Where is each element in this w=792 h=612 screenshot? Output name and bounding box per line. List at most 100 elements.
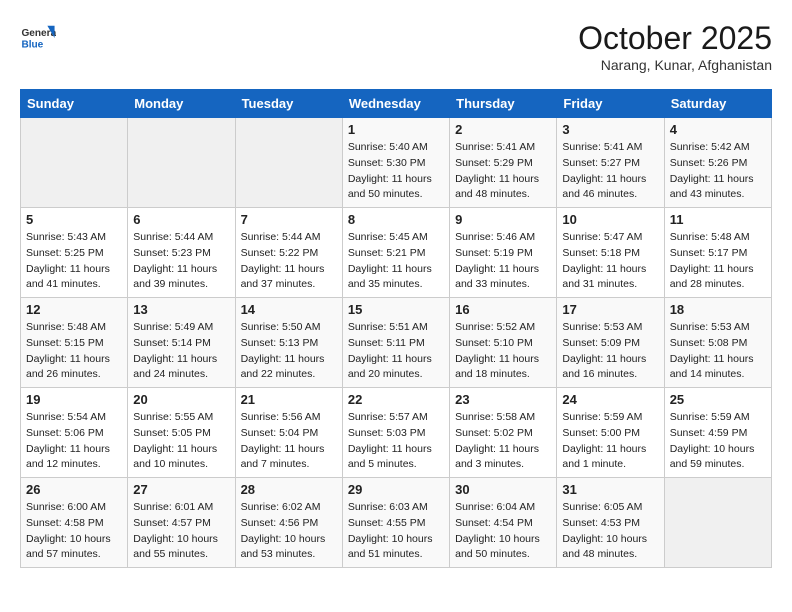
day-number: 15 [348, 302, 444, 317]
day-cell: 30 Sunrise: 6:04 AMSunset: 4:54 PMDayligh… [450, 478, 557, 568]
day-cell: 14 Sunrise: 5:50 AMSunset: 5:13 PMDayligh… [235, 298, 342, 388]
col-header-thursday: Thursday [450, 90, 557, 118]
day-info: Sunrise: 5:56 AMSunset: 5:04 PMDaylight:… [241, 410, 337, 473]
calendar-table: SundayMondayTuesdayWednesdayThursdayFrid… [20, 89, 772, 568]
day-cell: 7 Sunrise: 5:44 AMSunset: 5:22 PMDaylight… [235, 208, 342, 298]
week-row-4: 19 Sunrise: 5:54 AMSunset: 5:06 PMDayligh… [21, 388, 772, 478]
day-number: 3 [562, 122, 658, 137]
day-cell: 16 Sunrise: 5:52 AMSunset: 5:10 PMDayligh… [450, 298, 557, 388]
day-info: Sunrise: 6:03 AMSunset: 4:55 PMDaylight:… [348, 500, 444, 563]
day-cell: 27 Sunrise: 6:01 AMSunset: 4:57 PMDayligh… [128, 478, 235, 568]
day-info: Sunrise: 6:02 AMSunset: 4:56 PMDaylight:… [241, 500, 337, 563]
day-number: 2 [455, 122, 551, 137]
col-header-friday: Friday [557, 90, 664, 118]
day-info: Sunrise: 5:59 AMSunset: 4:59 PMDaylight:… [670, 410, 766, 473]
day-info: Sunrise: 6:01 AMSunset: 4:57 PMDaylight:… [133, 500, 229, 563]
day-info: Sunrise: 6:05 AMSunset: 4:53 PMDaylight:… [562, 500, 658, 563]
day-info: Sunrise: 5:40 AMSunset: 5:30 PMDaylight:… [348, 140, 444, 203]
day-info: Sunrise: 5:46 AMSunset: 5:19 PMDaylight:… [455, 230, 551, 293]
day-info: Sunrise: 5:59 AMSunset: 5:00 PMDaylight:… [562, 410, 658, 473]
col-header-wednesday: Wednesday [342, 90, 449, 118]
col-header-sunday: Sunday [21, 90, 128, 118]
week-row-5: 26 Sunrise: 6:00 AMSunset: 4:58 PMDayligh… [21, 478, 772, 568]
day-number: 19 [26, 392, 122, 407]
week-row-2: 5 Sunrise: 5:43 AMSunset: 5:25 PMDaylight… [21, 208, 772, 298]
day-cell [235, 118, 342, 208]
day-number: 7 [241, 212, 337, 227]
day-number: 10 [562, 212, 658, 227]
day-number: 9 [455, 212, 551, 227]
day-cell: 24Sunrise: 5:59 AMSunset: 5:00 PMDayligh… [557, 388, 664, 478]
day-info: Sunrise: 5:48 AMSunset: 5:17 PMDaylight:… [670, 230, 766, 293]
day-info: Sunrise: 5:41 AMSunset: 5:29 PMDaylight:… [455, 140, 551, 203]
day-number: 17 [562, 302, 658, 317]
day-number: 14 [241, 302, 337, 317]
day-info: Sunrise: 5:53 AMSunset: 5:08 PMDaylight:… [670, 320, 766, 383]
day-cell [128, 118, 235, 208]
day-info: Sunrise: 5:47 AMSunset: 5:18 PMDaylight:… [562, 230, 658, 293]
day-number: 23 [455, 392, 551, 407]
day-info: Sunrise: 5:44 AMSunset: 5:23 PMDaylight:… [133, 230, 229, 293]
day-cell: 31 Sunrise: 6:05 AMSunset: 4:53 PMDayligh… [557, 478, 664, 568]
day-info: Sunrise: 5:53 AMSunset: 5:09 PMDaylight:… [562, 320, 658, 383]
day-cell: 9 Sunrise: 5:46 AMSunset: 5:19 PMDaylight… [450, 208, 557, 298]
col-header-tuesday: Tuesday [235, 90, 342, 118]
day-cell: 17 Sunrise: 5:53 AMSunset: 5:09 PMDayligh… [557, 298, 664, 388]
day-number: 31 [562, 482, 658, 497]
day-number: 27 [133, 482, 229, 497]
day-info: Sunrise: 5:45 AMSunset: 5:21 PMDaylight:… [348, 230, 444, 293]
day-info: Sunrise: 5:57 AMSunset: 5:03 PMDaylight:… [348, 410, 444, 473]
day-cell: 22Sunrise: 5:57 AMSunset: 5:03 PMDayligh… [342, 388, 449, 478]
day-number: 26 [26, 482, 122, 497]
day-number: 5 [26, 212, 122, 227]
day-number: 28 [241, 482, 337, 497]
day-cell: 8Sunrise: 5:45 AMSunset: 5:21 PMDaylight… [342, 208, 449, 298]
day-cell [664, 478, 771, 568]
day-cell: 4Sunrise: 5:42 AMSunset: 5:26 PMDaylight… [664, 118, 771, 208]
day-cell: 18Sunrise: 5:53 AMSunset: 5:08 PMDayligh… [664, 298, 771, 388]
week-row-3: 12Sunrise: 5:48 AMSunset: 5:15 PMDayligh… [21, 298, 772, 388]
day-cell: 20 Sunrise: 5:55 AMSunset: 5:05 PMDayligh… [128, 388, 235, 478]
day-cell: 11 Sunrise: 5:48 AMSunset: 5:17 PMDayligh… [664, 208, 771, 298]
day-info: Sunrise: 6:00 AMSunset: 4:58 PMDaylight:… [26, 500, 122, 563]
day-info: Sunrise: 5:41 AMSunset: 5:27 PMDaylight:… [562, 140, 658, 203]
day-info: Sunrise: 5:42 AMSunset: 5:26 PMDaylight:… [670, 140, 766, 203]
svg-text:Blue: Blue [21, 39, 43, 50]
day-info: Sunrise: 5:54 AMSunset: 5:06 PMDaylight:… [26, 410, 122, 473]
day-info: Sunrise: 5:44 AMSunset: 5:22 PMDaylight:… [241, 230, 337, 293]
col-header-monday: Monday [128, 90, 235, 118]
day-info: Sunrise: 6:04 AMSunset: 4:54 PMDaylight:… [455, 500, 551, 563]
day-cell: 26 Sunrise: 6:00 AMSunset: 4:58 PMDayligh… [21, 478, 128, 568]
day-cell: 12Sunrise: 5:48 AMSunset: 5:15 PMDayligh… [21, 298, 128, 388]
day-cell: 3 Sunrise: 5:41 AMSunset: 5:27 PMDaylight… [557, 118, 664, 208]
logo: General Blue [20, 20, 56, 56]
location-subtitle: Narang, Kunar, Afghanistan [578, 57, 772, 73]
day-number: 6 [133, 212, 229, 227]
day-cell [21, 118, 128, 208]
day-cell: 5 Sunrise: 5:43 AMSunset: 5:25 PMDaylight… [21, 208, 128, 298]
day-info: Sunrise: 5:48 AMSunset: 5:15 PMDaylight:… [26, 320, 122, 383]
day-info: Sunrise: 5:50 AMSunset: 5:13 PMDaylight:… [241, 320, 337, 383]
page-header: General Blue October 2025 Narang, Kunar,… [20, 20, 772, 73]
month-title: October 2025 [578, 20, 772, 57]
col-header-saturday: Saturday [664, 90, 771, 118]
day-info: Sunrise: 5:55 AMSunset: 5:05 PMDaylight:… [133, 410, 229, 473]
day-number: 1 [348, 122, 444, 137]
day-number: 20 [133, 392, 229, 407]
day-info: Sunrise: 5:49 AMSunset: 5:14 PMDaylight:… [133, 320, 229, 383]
day-cell: 21 Sunrise: 5:56 AMSunset: 5:04 PMDayligh… [235, 388, 342, 478]
day-cell: 25 Sunrise: 5:59 AMSunset: 4:59 PMDayligh… [664, 388, 771, 478]
day-cell: 23 Sunrise: 5:58 AMSunset: 5:02 PMDayligh… [450, 388, 557, 478]
day-number: 25 [670, 392, 766, 407]
day-cell: 6 Sunrise: 5:44 AMSunset: 5:23 PMDaylight… [128, 208, 235, 298]
day-number: 21 [241, 392, 337, 407]
day-info: Sunrise: 5:52 AMSunset: 5:10 PMDaylight:… [455, 320, 551, 383]
day-number: 30 [455, 482, 551, 497]
day-cell: 28 Sunrise: 6:02 AMSunset: 4:56 PMDayligh… [235, 478, 342, 568]
day-number: 16 [455, 302, 551, 317]
week-row-1: 1 Sunrise: 5:40 AMSunset: 5:30 PMDaylight… [21, 118, 772, 208]
day-info: Sunrise: 5:43 AMSunset: 5:25 PMDaylight:… [26, 230, 122, 293]
day-number: 11 [670, 212, 766, 227]
day-info: Sunrise: 5:58 AMSunset: 5:02 PMDaylight:… [455, 410, 551, 473]
title-block: October 2025 Narang, Kunar, Afghanistan [578, 20, 772, 73]
